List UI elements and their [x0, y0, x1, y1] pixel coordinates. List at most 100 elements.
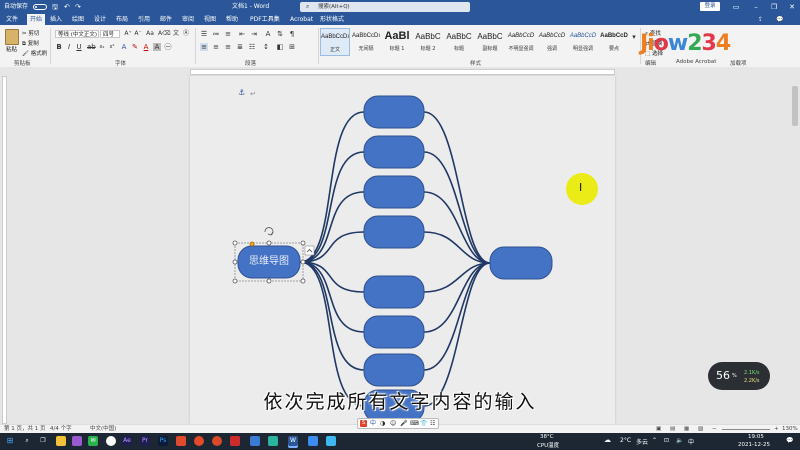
highlight-icon[interactable]: ✎: [131, 43, 139, 51]
share-icon[interactable]: ⇪: [758, 14, 763, 25]
ime-chinese-icon[interactable]: 中: [370, 419, 376, 428]
style-strong[interactable]: AaBbCcD 要点: [599, 28, 629, 56]
app-icon[interactable]: [176, 436, 186, 446]
ime-keyboard-icon[interactable]: ⌨: [410, 419, 419, 428]
search-taskbar-icon[interactable]: ⌕: [22, 436, 32, 446]
autosave-toggle[interactable]: [33, 4, 47, 10]
weather-icon[interactable]: ☁: [604, 436, 611, 444]
align-left-icon[interactable]: ≡: [200, 43, 208, 51]
adjust-handle[interactable]: [249, 241, 255, 247]
save-icon[interactable]: 🖫: [52, 0, 58, 14]
font-color-icon[interactable]: A: [142, 43, 150, 51]
cpu-monitor-widget[interactable]: 56 % 2.1K/s 2.2K/s: [708, 362, 770, 390]
resize-handle[interactable]: [266, 278, 272, 284]
sort-icon[interactable]: ⇅: [276, 30, 284, 38]
tab-review[interactable]: 审阅: [182, 14, 194, 25]
layout-options-icon[interactable]: [304, 245, 315, 256]
undo-icon[interactable]: ↶: [64, 0, 70, 14]
char-shading-icon[interactable]: A: [153, 43, 161, 51]
underline-icon[interactable]: U: [75, 43, 83, 51]
ime-punctuation-icon[interactable]: ◑: [380, 419, 385, 428]
comments-icon[interactable]: 💬: [776, 14, 783, 25]
style-normal[interactable]: AaBbCcDı 正文: [320, 28, 350, 56]
app-icon[interactable]: [212, 436, 222, 446]
phonetic-guide-icon[interactable]: 文: [172, 30, 180, 38]
ime-toolbar[interactable]: S 中 ◑ ☺ 🎤 ⌨ 👕 ☷: [357, 418, 439, 429]
ime-skin-icon[interactable]: 👕: [420, 419, 427, 428]
format-painter-button[interactable]: 🖌 格式刷: [22, 49, 47, 57]
styles-more-icon[interactable]: ▾: [630, 33, 638, 41]
notification-icon[interactable]: 💬: [786, 437, 793, 444]
ime-voice-icon[interactable]: 🎤: [400, 419, 407, 428]
text-effects-icon[interactable]: A: [120, 43, 128, 51]
resize-handle[interactable]: [232, 259, 238, 265]
clear-format-icon[interactable]: A⌫: [158, 30, 171, 38]
branch-node[interactable]: [363, 315, 425, 349]
paste-button[interactable]: 粘贴: [6, 45, 17, 53]
app-icon[interactable]: [308, 436, 318, 446]
tab-help[interactable]: 帮助: [226, 14, 238, 25]
after-effects-icon[interactable]: Ae: [122, 436, 132, 446]
center-node-label[interactable]: 思维导图: [238, 255, 300, 269]
vertical-scrollbar[interactable]: [790, 76, 800, 424]
tab-layout[interactable]: 布局: [116, 14, 128, 25]
app-icon[interactable]: [72, 436, 82, 446]
decrease-indent-icon[interactable]: ⇤: [238, 30, 246, 38]
zoom-slider[interactable]: [722, 429, 770, 430]
scrollbar-thumb[interactable]: [792, 86, 798, 126]
app-icon[interactable]: [106, 436, 116, 446]
superscript-icon[interactable]: x²: [108, 43, 116, 51]
app-icon[interactable]: [194, 436, 204, 446]
clock-time[interactable]: 19:05: [748, 434, 764, 440]
branch-node[interactable]: [363, 135, 425, 169]
photoshop-icon[interactable]: Ps: [158, 436, 168, 446]
style-title[interactable]: AaBbC 标题: [444, 28, 474, 56]
ime-icon[interactable]: 中: [688, 437, 694, 446]
document-page[interactable]: ⚓ ↵ 思维导图: [190, 76, 615, 424]
style-intense-emphasis[interactable]: AaBbCcD 明显强调: [568, 28, 598, 56]
weather-text[interactable]: 多云: [636, 437, 648, 446]
file-explorer-icon[interactable]: [56, 436, 66, 446]
clock-date[interactable]: 2021-12-25: [738, 442, 770, 448]
italic-icon[interactable]: I: [65, 43, 73, 51]
tab-design[interactable]: 设计: [94, 14, 106, 25]
login-button[interactable]: 登录: [700, 2, 720, 11]
line-spacing-icon[interactable]: ↕: [262, 43, 270, 51]
volume-icon[interactable]: 🔈: [676, 437, 683, 444]
resize-handle[interactable]: [300, 240, 306, 246]
resize-handle[interactable]: [300, 278, 306, 284]
resize-handle[interactable]: [266, 240, 272, 246]
horizontal-ruler[interactable]: [0, 67, 800, 76]
task-view-icon[interactable]: ❐: [38, 436, 48, 446]
windows-start-icon[interactable]: ⊞: [5, 436, 15, 446]
align-center-icon[interactable]: ≡: [212, 43, 220, 51]
branch-node[interactable]: [363, 175, 425, 209]
branch-node[interactable]: [363, 353, 425, 387]
char-border-icon[interactable]: Ⓐ: [182, 30, 190, 38]
grow-font-icon[interactable]: A⁺: [124, 30, 132, 38]
tab-shape-format[interactable]: 形状格式: [320, 14, 344, 25]
resize-handle[interactable]: [300, 259, 306, 265]
style-subtitle[interactable]: AaBbC 副标题: [475, 28, 505, 56]
show-marks-icon[interactable]: ¶: [288, 30, 296, 38]
subscript-icon[interactable]: x₂: [98, 43, 106, 51]
premiere-icon[interactable]: Pr: [140, 436, 150, 446]
branch-node[interactable]: [363, 275, 425, 309]
vertical-ruler[interactable]: [0, 76, 8, 424]
tab-references[interactable]: 引用: [138, 14, 150, 25]
network-icon[interactable]: ⊡: [664, 437, 669, 444]
wechat-icon[interactable]: ✉: [88, 436, 98, 446]
style-heading-1[interactable]: AaBl 标题 1: [382, 28, 412, 56]
temperature[interactable]: 2°C: [620, 437, 631, 444]
style-no-spacing[interactable]: AaBbCcDı 无间隔: [351, 28, 381, 56]
cut-button[interactable]: ✂ 剪切: [22, 29, 39, 37]
redo-icon[interactable]: ↷: [75, 0, 81, 14]
resize-handle[interactable]: [232, 278, 238, 284]
close-button[interactable]: ✕: [782, 0, 800, 14]
resize-handle[interactable]: [232, 240, 238, 246]
ime-menu-icon[interactable]: ☷: [430, 419, 435, 428]
tab-mailings[interactable]: 邮件: [160, 14, 172, 25]
sogou-icon[interactable]: S: [360, 420, 367, 427]
word-taskbar-icon[interactable]: W: [288, 436, 298, 446]
tab-home[interactable]: 开始: [27, 14, 46, 25]
